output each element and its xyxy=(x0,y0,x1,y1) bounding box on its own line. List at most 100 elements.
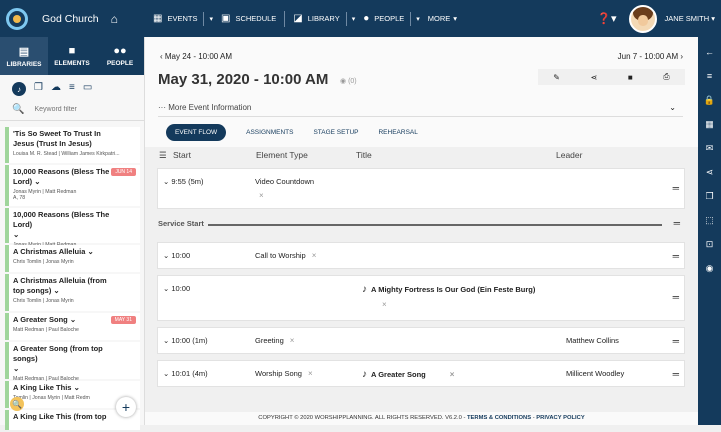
chevron-down-icon[interactable]: ▾ xyxy=(345,11,355,26)
close-icon[interactable]: × xyxy=(450,370,455,379)
chevron-down-icon[interactable]: ▾ xyxy=(203,11,213,26)
brand-name: God Church xyxy=(42,12,99,25)
table-row[interactable]: ⌄ 10:00 (1m) Greeting × Matthew Collins ═ xyxy=(157,327,685,354)
reorder-icon[interactable]: ☰ xyxy=(159,150,173,161)
drag-handle-icon[interactable]: ═ xyxy=(673,183,679,193)
search-fab-icon[interactable]: 🔍 xyxy=(10,397,24,411)
table-row[interactable]: ⌄ 10:01 (4m) Worship Song × ♪ A Greater So… xyxy=(157,360,685,387)
list-item[interactable]: A Christmas Alleluia (from top songs) ⌄ … xyxy=(5,274,140,311)
select-icon[interactable]: ⬚ xyxy=(705,211,714,235)
row-time[interactable]: ⌄ 10:00 (1m) xyxy=(163,336,208,345)
sidebar-tabs: ▤ LIBRARIES ■ ELEMENTS ●● PEOPLE xyxy=(0,37,144,75)
tab-rehearsal[interactable]: REHEARSAL xyxy=(378,129,417,136)
chevron-down-icon[interactable]: ⌄ xyxy=(669,103,676,112)
copy-icon[interactable]: ❐ xyxy=(705,187,713,211)
arrow-left-icon[interactable]: ← xyxy=(705,43,714,67)
row-type: Call to Worship × xyxy=(255,251,317,260)
library-icon: ◪ xyxy=(293,13,303,24)
notes-icon[interactable]: ≡ xyxy=(707,67,712,91)
row-time[interactable]: ⌄ 10:00 xyxy=(163,251,190,260)
list-item[interactable]: A Greater Song ⌄ Matt Redman | Paul Balo… xyxy=(5,313,140,340)
add-button[interactable]: + xyxy=(116,397,136,417)
table-row[interactable]: ⌄ 10:00 Call to Worship × ═ xyxy=(157,242,685,269)
terms-link[interactable]: TERMS & CONDITIONS xyxy=(467,415,531,421)
next-event-link[interactable]: Jun 7 - 10:00 AM › xyxy=(618,52,683,61)
column-headers: ☰ Start Element Type Title Leader xyxy=(159,150,684,161)
mail-icon[interactable]: ✉ xyxy=(706,139,714,163)
close-icon[interactable]: × xyxy=(382,300,387,309)
close-icon[interactable]: × xyxy=(308,369,313,378)
close-icon[interactable]: × xyxy=(312,251,317,260)
row-time[interactable]: ⌄ 10:00 xyxy=(163,284,190,293)
song-authors: Matt Redman | Paul Baloche xyxy=(13,327,79,333)
nav-schedule[interactable]: ▣ SCHEDULE xyxy=(221,0,276,37)
row-time[interactable]: ⌄ 9:55 (5m) xyxy=(163,177,204,186)
song-list: 'Tis So Sweet To Trust In Jesus (Trust I… xyxy=(0,125,144,432)
chevron-down-icon[interactable]: ▾ xyxy=(410,11,420,26)
song-authors: Chris Tomlin | Jonas Myrin xyxy=(13,298,74,304)
table-row[interactable]: ⌄ 9:55 (5m) Video Countdown × ═ xyxy=(157,168,685,209)
drag-handle-icon[interactable]: ═ xyxy=(674,218,680,228)
list-icon[interactable]: ≡ xyxy=(69,82,75,99)
list-item[interactable]: 10,000 Reasons (Bless The Lord) ⌄ Jonas … xyxy=(5,165,140,206)
list-item[interactable]: 'Tis So Sweet To Trust In Jesus (Trust I… xyxy=(5,127,140,163)
drag-handle-icon[interactable]: ═ xyxy=(673,292,679,302)
folder-icon[interactable]: ■ xyxy=(628,73,633,82)
prev-event-link[interactable]: ‹ May 24 - 10:00 AM xyxy=(160,52,232,61)
nav-more[interactable]: MORE ▾ xyxy=(428,0,457,37)
cloud-icon[interactable]: ☁ xyxy=(51,82,61,99)
section-line xyxy=(207,224,662,226)
row-leader[interactable]: Millicent Woodley xyxy=(566,369,624,378)
avatar[interactable] xyxy=(628,4,657,33)
keyword-filter: 🔍 xyxy=(0,99,144,121)
folder-icon[interactable]: ▭ xyxy=(83,82,92,99)
copy-icon[interactable]: ❐ xyxy=(34,82,43,99)
close-icon[interactable]: × xyxy=(259,191,264,200)
edit-icon[interactable]: ✎ xyxy=(553,73,560,82)
nav-divider xyxy=(284,10,286,27)
event-main: ‹ May 24 - 10:00 AM Jun 7 - 10:00 AM › M… xyxy=(145,37,698,425)
tab-people[interactable]: ●● PEOPLE xyxy=(96,37,144,75)
home-icon[interactable]: ⌂ xyxy=(111,12,118,26)
share-icon[interactable]: ⋖ xyxy=(706,163,714,187)
song-key: A, 78 xyxy=(13,195,26,201)
print-icon[interactable]: ⎙ xyxy=(663,72,669,82)
more-event-info-toggle[interactable]: ··· More Event Information xyxy=(158,103,251,112)
calendar-icon[interactable]: ▦ xyxy=(705,115,714,139)
nav-events[interactable]: ▦ EVENTS ▾ xyxy=(153,0,213,37)
import-icon[interactable]: ⊡ xyxy=(706,235,714,259)
close-icon[interactable]: × xyxy=(290,336,295,345)
right-toolbar: ← ≡ 🔒 ▦ ✉ ⋖ ❐ ⬚ ⊡ ◉ xyxy=(698,37,721,425)
song-authors: Louisa M. R. Stead | William James Kirkp… xyxy=(13,151,120,157)
keyword-filter-input[interactable] xyxy=(34,106,135,113)
drag-handle-icon[interactable]: ═ xyxy=(673,336,679,346)
row-title: ♪ A Mighty Fortress Is Our God (Ein Feste… xyxy=(362,284,536,295)
tab-elements[interactable]: ■ ELEMENTS xyxy=(48,37,96,75)
privacy-link[interactable]: PRIVACY POLICY xyxy=(536,415,584,421)
chevron-down-icon: ▾ xyxy=(453,14,458,23)
church-logo-icon xyxy=(6,7,28,30)
table-row[interactable]: ⌄ 10:00 ♪ A Mighty Fortress Is Our God (E… xyxy=(157,275,685,321)
nav-library[interactable]: ◪ LIBRARY ▾ xyxy=(293,0,355,37)
drag-handle-icon[interactable]: ═ xyxy=(673,369,679,379)
tab-assignments[interactable]: ASSIGNMENTS xyxy=(246,129,293,136)
lock-icon[interactable]: 🔒 xyxy=(704,91,715,115)
help-icon[interactable]: ❓▾ xyxy=(597,12,616,25)
user-menu[interactable]: JANE SMITH ▾ xyxy=(665,14,715,23)
tab-stage-setup[interactable]: STAGE SETUP xyxy=(313,129,358,136)
list-item[interactable]: A Christmas Alleluia ⌄ Chris Tomlin | Jo… xyxy=(5,245,140,272)
share-icon[interactable]: ⋖ xyxy=(591,73,598,82)
list-item[interactable]: 10,000 Reasons (Bless The Lord)⌄ Jonas M… xyxy=(5,208,140,248)
drag-handle-icon[interactable]: ═ xyxy=(673,251,679,261)
tab-event-flow[interactable]: EVENT FLOW xyxy=(166,124,227,141)
nav-people[interactable]: ● PEOPLE ▾ xyxy=(363,0,420,37)
compass-icon[interactable]: ◉ xyxy=(706,259,714,283)
search-icon: 🔍 xyxy=(12,104,25,115)
song-library-icon[interactable]: ♪ xyxy=(12,82,26,96)
tab-libraries[interactable]: ▤ LIBRARIES xyxy=(0,37,48,75)
row-time[interactable]: ⌄ 10:01 (4m) xyxy=(163,369,208,378)
list-item[interactable]: A Greater Song (from top songs) ⌄ Matt Re… xyxy=(5,342,140,382)
song-title: A King Like This ⌄ xyxy=(13,383,80,392)
row-leader[interactable]: Matthew Collins xyxy=(566,336,619,345)
brand[interactable]: God Church ⌂ xyxy=(0,7,145,30)
